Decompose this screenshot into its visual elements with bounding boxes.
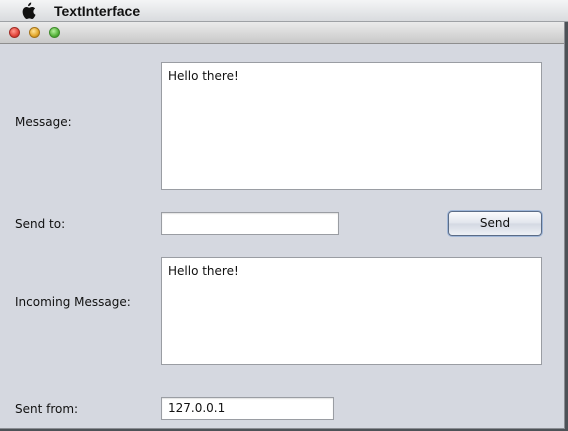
incoming-message-textarea[interactable]: Hello there! — [161, 257, 542, 365]
send-to-field[interactable] — [161, 212, 339, 235]
message-label: Message: — [15, 115, 72, 129]
close-icon[interactable] — [9, 27, 20, 38]
sent-from-field[interactable]: 127.0.0.1 — [161, 397, 334, 420]
incoming-message-label: Incoming Message: — [15, 295, 131, 309]
send-to-label: Send to: — [15, 217, 66, 231]
menu-bar: TextInterface — [0, 0, 568, 22]
window-title-bar[interactable] — [0, 22, 564, 44]
app-window: Message: Hello there! Send to: Send Inco… — [0, 22, 565, 429]
send-button[interactable]: Send — [448, 211, 542, 236]
message-textarea[interactable]: Hello there! — [161, 62, 542, 190]
zoom-icon[interactable] — [49, 27, 60, 38]
sent-from-label: Sent from: — [15, 402, 79, 416]
minimize-icon[interactable] — [29, 27, 40, 38]
app-name[interactable]: TextInterface — [54, 2, 140, 20]
apple-logo-icon[interactable] — [20, 2, 36, 20]
